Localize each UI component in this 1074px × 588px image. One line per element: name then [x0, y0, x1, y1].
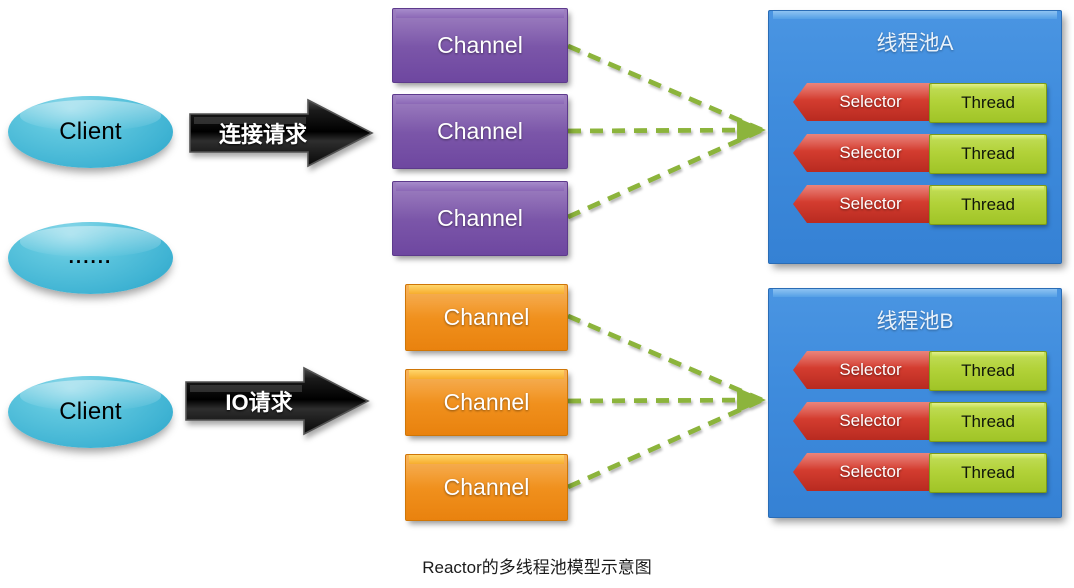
- channel-label: Channel: [437, 118, 523, 144]
- client-label: Client: [59, 118, 122, 145]
- client-node-2[interactable]: Client: [8, 376, 173, 448]
- thread-b-1[interactable]: Thread: [929, 351, 1047, 391]
- channel-label: Channel: [443, 474, 530, 500]
- selector-a-1[interactable]: Selector: [793, 83, 948, 121]
- selector-b-3[interactable]: Selector: [793, 453, 948, 491]
- selector-label: Selector: [839, 360, 902, 379]
- channel-box-connection-3[interactable]: Channel: [392, 181, 568, 256]
- bevel-highlight: [932, 403, 1044, 408]
- client-label: Client: [59, 398, 122, 425]
- bevel-highlight: [773, 11, 1057, 19]
- selector-b-2[interactable]: Selector: [793, 402, 948, 440]
- diagram-canvas: Client ...... Client 连接请求 IO请求 Channel C…: [0, 0, 1074, 588]
- bevel-highlight: [396, 9, 564, 18]
- client-ellipsis-label: ......: [68, 247, 113, 268]
- selector-b-1[interactable]: Selector: [793, 351, 948, 389]
- channel-box-connection-2[interactable]: Channel: [392, 94, 568, 169]
- connect-request-arrow[interactable]: 连接请求: [188, 98, 374, 168]
- channel-label: Channel: [443, 389, 530, 415]
- thread-label: Thread: [961, 195, 1015, 214]
- thread-pool-a[interactable]: 线程池A Selector Thread Selector Thread Sel…: [768, 10, 1062, 264]
- channel-box-connection-1[interactable]: Channel: [392, 8, 568, 83]
- channel-box-io-2[interactable]: Channel: [405, 369, 568, 436]
- selector-label: Selector: [839, 92, 902, 111]
- bevel-highlight: [932, 84, 1044, 89]
- bevel-highlight: [409, 455, 564, 464]
- thread-b-2[interactable]: Thread: [929, 402, 1047, 442]
- channel-label: Channel: [443, 304, 530, 330]
- selector-a-3[interactable]: Selector: [793, 185, 948, 223]
- thread-a-3[interactable]: Thread: [929, 185, 1047, 225]
- selector-label: Selector: [839, 411, 902, 430]
- bevel-highlight: [932, 454, 1044, 459]
- thread-pool-a-title: 线程池A: [876, 32, 954, 55]
- io-request-arrow[interactable]: IO请求: [184, 366, 370, 436]
- bevel-highlight: [932, 186, 1044, 191]
- thread-label: Thread: [961, 412, 1015, 431]
- bevel-highlight: [932, 135, 1044, 140]
- diagram-caption: Reactor的多线程池模型示意图: [422, 558, 652, 577]
- bevel-highlight: [773, 289, 1057, 297]
- channel-label: Channel: [437, 205, 523, 231]
- thread-label: Thread: [961, 361, 1015, 380]
- bevel-highlight: [409, 370, 564, 379]
- selector-label: Selector: [839, 194, 902, 213]
- thread-a-2[interactable]: Thread: [929, 134, 1047, 174]
- channel-box-io-1[interactable]: Channel: [405, 284, 568, 351]
- thread-b-3[interactable]: Thread: [929, 453, 1047, 493]
- bevel-highlight: [396, 95, 564, 104]
- io-request-label: IO请求: [225, 390, 293, 415]
- selector-label: Selector: [839, 462, 902, 481]
- thread-label: Thread: [961, 144, 1015, 163]
- channel-box-io-3[interactable]: Channel: [405, 454, 568, 521]
- client-node-ellipsis[interactable]: ......: [8, 222, 173, 294]
- bevel-highlight: [409, 285, 564, 294]
- selector-a-2[interactable]: Selector: [793, 134, 948, 172]
- selector-label: Selector: [839, 143, 902, 162]
- thread-pool-b[interactable]: 线程池B Selector Thread Selector Thread Sel…: [768, 288, 1062, 518]
- thread-label: Thread: [961, 93, 1015, 112]
- thread-a-1[interactable]: Thread: [929, 83, 1047, 123]
- connect-request-label: 连接请求: [218, 122, 307, 147]
- thread-pool-b-title: 线程池B: [876, 310, 954, 333]
- bevel-highlight: [932, 352, 1044, 357]
- client-node-1[interactable]: Client: [8, 96, 173, 168]
- channel-label: Channel: [437, 32, 523, 58]
- bevel-highlight: [396, 182, 564, 191]
- thread-label: Thread: [961, 463, 1015, 482]
